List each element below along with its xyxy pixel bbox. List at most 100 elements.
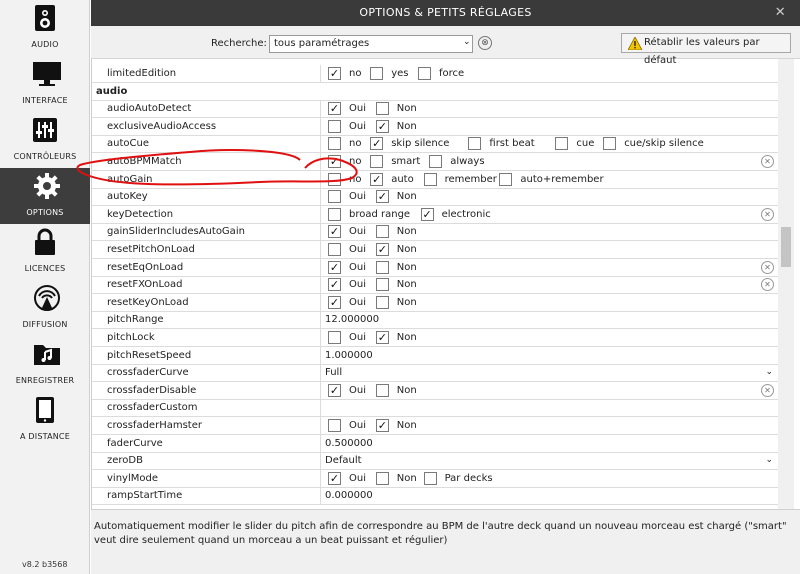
option-label[interactable]: first beat	[489, 135, 534, 152]
option-checkbox[interactable]	[468, 137, 482, 151]
option-label[interactable]: cue/skip silence	[624, 135, 704, 152]
setting-value[interactable]: Default ⌄	[322, 452, 778, 470]
option-checkbox[interactable]	[603, 137, 617, 151]
option-label[interactable]: Oui	[349, 259, 366, 276]
sidebar-item-audio[interactable]: AUDIO	[0, 0, 90, 56]
option-label[interactable]: Non	[397, 329, 417, 346]
option-label[interactable]: Non	[397, 118, 417, 135]
sidebar-item-diffusion[interactable]: DIFFUSION	[0, 280, 90, 336]
option-label[interactable]: Oui	[349, 417, 366, 434]
option-checkbox[interactable]: ✓	[375, 419, 389, 432]
option-label[interactable]: Oui	[349, 118, 366, 135]
option-checkbox[interactable]: ✓	[370, 137, 384, 151]
option-checkbox[interactable]: ✓	[328, 102, 341, 116]
option-checkbox[interactable]: ✓	[375, 331, 389, 344]
option-label[interactable]: Non	[397, 188, 417, 205]
option-label[interactable]: auto	[391, 171, 414, 188]
option-label[interactable]: no	[349, 135, 361, 152]
option-checkbox[interactable]	[328, 243, 341, 256]
option-checkbox[interactable]	[499, 172, 513, 186]
option-checkbox[interactable]: ✓	[375, 243, 389, 256]
option-label[interactable]: Non	[397, 470, 417, 487]
option-label[interactable]: Non	[397, 100, 417, 117]
option-label[interactable]: broad range	[349, 206, 410, 223]
option-checkbox[interactable]: ✓	[420, 207, 434, 221]
search-select[interactable]: tous paramétrages	[269, 35, 473, 53]
option-checkbox[interactable]	[375, 295, 389, 309]
option-label[interactable]: Non	[397, 276, 417, 293]
option-checkbox[interactable]: ✓	[370, 172, 384, 186]
sidebar-item-a-distance[interactable]: A DISTANCE	[0, 392, 90, 448]
option-checkbox[interactable]	[328, 419, 341, 432]
option-checkbox[interactable]	[555, 137, 569, 151]
option-label[interactable]: no	[349, 153, 361, 170]
option-label[interactable]: Oui	[349, 188, 366, 205]
reset-defaults-button[interactable]: Rétablir les valeurs par défaut	[621, 33, 791, 66]
option-label[interactable]: no	[349, 171, 361, 188]
option-label[interactable]: remember	[445, 171, 497, 188]
setting-value[interactable]: 0.000000	[322, 487, 778, 505]
option-label[interactable]: Non	[397, 382, 417, 399]
sidebar-item-options[interactable]: OPTIONS	[0, 168, 90, 224]
sidebar-item-licences[interactable]: LICENCES	[0, 224, 90, 280]
option-label[interactable]: cue	[576, 135, 594, 152]
option-checkbox[interactable]: ✓	[375, 119, 389, 133]
option-label[interactable]: Oui	[349, 382, 366, 399]
option-label[interactable]: Oui	[349, 294, 366, 311]
option-checkbox[interactable]	[375, 278, 389, 292]
setting-value[interactable]: Full ⌄	[322, 364, 778, 382]
reset-value-icon[interactable]: ✕	[761, 207, 774, 221]
option-checkbox[interactable]: ✓	[375, 190, 389, 204]
option-checkbox[interactable]: ✓	[328, 471, 341, 485]
option-checkbox[interactable]	[328, 172, 341, 186]
option-label[interactable]: Non	[397, 294, 417, 311]
option-checkbox[interactable]	[328, 137, 341, 151]
option-label[interactable]: auto+remember	[520, 171, 603, 188]
option-checkbox[interactable]	[375, 102, 389, 116]
option-label[interactable]: Non	[397, 259, 417, 276]
option-checkbox[interactable]: ✓	[328, 260, 341, 274]
option-label[interactable]: always	[450, 153, 484, 170]
setting-text[interactable]: Default	[325, 452, 362, 469]
option-checkbox[interactable]	[370, 155, 384, 168]
option-checkbox[interactable]	[370, 67, 384, 80]
reset-value-icon[interactable]: ✕	[761, 383, 774, 397]
option-label[interactable]: Oui	[349, 329, 366, 346]
setting-text[interactable]: 12.000000	[325, 311, 379, 328]
chevron-down-icon[interactable]: ⌄	[765, 364, 773, 381]
option-label[interactable]: Oui	[349, 223, 366, 240]
option-checkbox[interactable]	[375, 225, 389, 239]
option-checkbox[interactable]	[375, 260, 389, 274]
sidebar-item-interface[interactable]: INTERFACE	[0, 56, 90, 112]
scrollbar-thumb[interactable]	[781, 227, 791, 267]
option-checkbox[interactable]	[328, 190, 341, 204]
option-checkbox[interactable]	[375, 471, 389, 485]
option-checkbox[interactable]	[429, 155, 443, 168]
reset-value-icon[interactable]: ✕	[761, 278, 774, 292]
setting-value[interactable]: 12.000000	[322, 311, 778, 329]
clear-search-icon[interactable]: ⊗	[478, 36, 492, 50]
option-label[interactable]: Oui	[349, 241, 366, 258]
option-label[interactable]: smart	[391, 153, 420, 170]
setting-value[interactable]: 0.500000	[322, 435, 778, 453]
setting-text[interactable]: Full	[325, 364, 342, 381]
option-checkbox[interactable]: ✓	[328, 278, 341, 292]
option-label[interactable]: yes	[391, 65, 408, 82]
reset-value-icon[interactable]: ✕	[761, 155, 774, 168]
option-checkbox[interactable]	[375, 383, 389, 397]
sidebar-item-enregistrer[interactable]: ENREGISTRER	[0, 336, 90, 392]
sidebar-item-contr-leurs[interactable]: CONTRÔLEURS	[0, 112, 90, 168]
reset-value-icon[interactable]: ✕	[761, 260, 774, 274]
setting-value[interactable]	[322, 399, 778, 417]
option-checkbox[interactable]	[423, 471, 437, 485]
option-label[interactable]: no	[349, 65, 361, 82]
setting-text[interactable]: 1.000000	[325, 347, 373, 364]
option-checkbox[interactable]	[328, 207, 341, 221]
chevron-down-icon[interactable]: ⌄	[463, 37, 471, 47]
option-checkbox[interactable]: ✓	[328, 383, 341, 397]
option-checkbox[interactable]: ✓	[328, 155, 341, 168]
option-label[interactable]: electronic	[442, 206, 491, 223]
option-checkbox[interactable]	[423, 172, 437, 186]
setting-text[interactable]: 0.500000	[325, 435, 373, 452]
option-label[interactable]: skip silence	[391, 135, 449, 152]
